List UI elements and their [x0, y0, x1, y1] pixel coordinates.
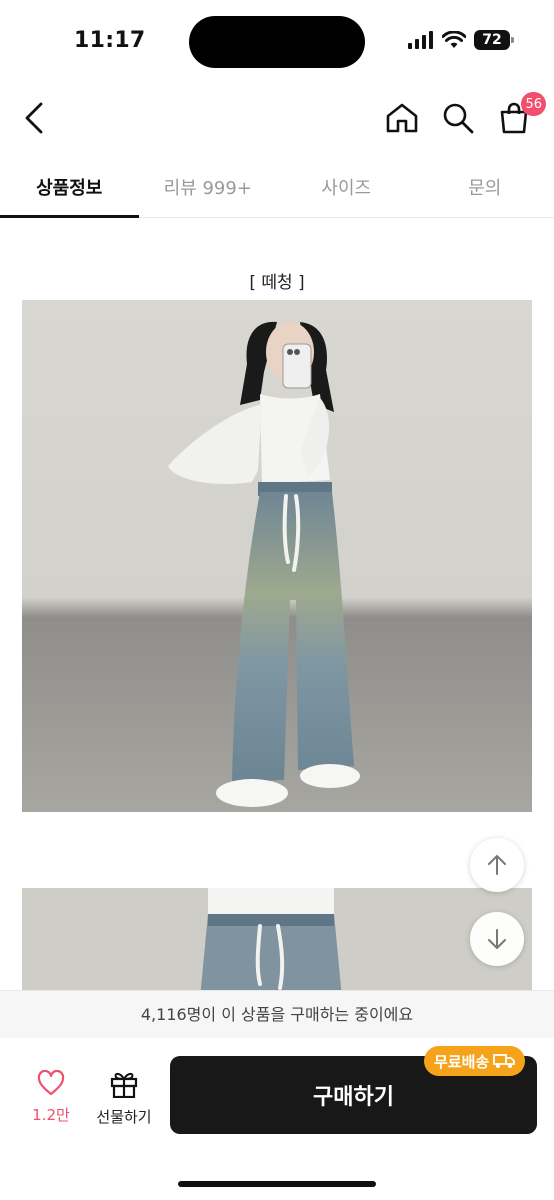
gift-icon: [110, 1072, 138, 1099]
arrow-up-icon: [488, 855, 506, 875]
home-icon: [386, 103, 418, 133]
battery-icon: 72: [474, 30, 514, 50]
like-count: 1.2만: [32, 1106, 70, 1124]
product-caption: [ 떼청 ]: [249, 273, 305, 293]
model-illustration-detail: [200, 888, 342, 998]
tab-reviews[interactable]: 리뷰 999+: [139, 160, 278, 217]
status-time: 11:17: [74, 28, 146, 53]
chevron-left-icon: [25, 102, 43, 134]
free-shipping-badge: 무료배송: [424, 1046, 526, 1076]
truck-icon: [493, 1054, 516, 1068]
home-indicator: [178, 1181, 376, 1187]
wifi-icon: [442, 31, 466, 48]
cart-count-badge: 56: [521, 92, 546, 116]
product-photo-main: [22, 300, 532, 812]
search-icon: [443, 103, 474, 134]
dynamic-island: [189, 16, 365, 68]
model-illustration: [168, 321, 360, 807]
gift-button[interactable]: 선물하기: [92, 1070, 156, 1127]
status-icons: 72: [408, 30, 514, 50]
signal-icon: [408, 31, 433, 49]
search-button[interactable]: [436, 96, 480, 140]
scroll-up-button[interactable]: [470, 838, 524, 892]
gift-label: 선물하기: [96, 1108, 152, 1126]
home-button[interactable]: [380, 96, 424, 140]
tab-inquiry[interactable]: 문의: [416, 160, 554, 217]
free-shipping-label: 무료배송: [434, 1052, 490, 1071]
arrow-down-icon: [488, 929, 506, 949]
purchase-activity-notice: 4,116명이 이 상품을 구매하는 중이에요: [0, 990, 554, 1038]
top-nav: 56: [0, 88, 554, 148]
tab-size[interactable]: 사이즈: [277, 160, 416, 217]
cart-button[interactable]: 56: [492, 92, 546, 140]
scroll-down-button[interactable]: [470, 912, 524, 966]
tab-product-info[interactable]: 상품정보: [0, 160, 139, 218]
status-bar: 11:17 72: [0, 0, 554, 80]
back-button[interactable]: [12, 96, 56, 140]
battery-level: 72: [482, 32, 502, 48]
like-button[interactable]: 1.2만: [24, 1069, 78, 1125]
product-photo-secondary: [22, 888, 532, 998]
heart-icon: [37, 1069, 65, 1096]
product-tabs: 상품정보 리뷰 999+ 사이즈 문의: [0, 160, 554, 218]
